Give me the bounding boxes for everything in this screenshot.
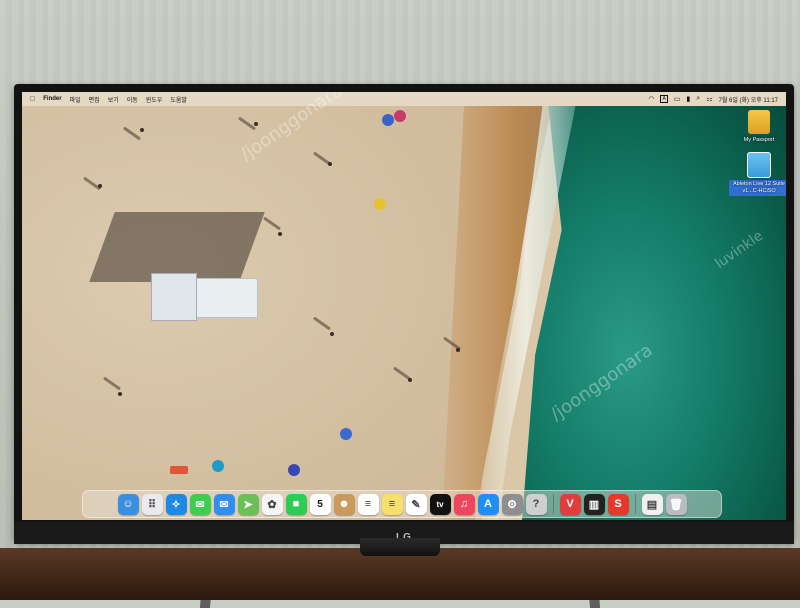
external-drive-icon <box>748 110 770 134</box>
lifeguard-tower <box>151 273 258 321</box>
dock-item-piano[interactable]: ▥ <box>583 493 605 515</box>
dock-item-launchpad[interactable]: ⠿ <box>141 493 163 515</box>
beach-umbrella <box>382 114 394 126</box>
beach-umbrella <box>340 428 352 440</box>
beach-towel <box>170 466 188 474</box>
beachgoer <box>98 184 102 188</box>
monitor-stand-neck <box>360 538 440 556</box>
menu-edit[interactable]: 편집 <box>89 95 100 104</box>
dock-item-reminders[interactable]: ≡ <box>357 493 379 515</box>
dock-item-document[interactable]: ▤ <box>641 493 663 515</box>
dock-item-maps[interactable]: ➤ <box>237 493 259 515</box>
beachgoer <box>456 348 460 352</box>
menu-file[interactable]: 파일 <box>70 95 81 104</box>
dock-separator <box>552 494 554 514</box>
beach-umbrella <box>394 110 406 122</box>
beachgoer <box>278 232 282 236</box>
dock-item-finder[interactable]: ☺ <box>117 493 139 515</box>
beachgoer <box>254 122 258 126</box>
menu-help[interactable]: 도움말 <box>170 95 187 104</box>
menu-bar:  Finder 파일 편집 보기 이동 윈도우 도움말 ◠ A ▭ ▮ ⌕ ⚏… <box>22 92 786 106</box>
display-icon[interactable]: ▭ <box>674 95 681 103</box>
beach-umbrella <box>288 464 300 476</box>
dock-item-tips[interactable]: ? <box>525 493 547 515</box>
dock-item-safari[interactable]: ✧ <box>165 493 187 515</box>
lifeguard-tower-shadow <box>89 212 265 282</box>
menu-window[interactable]: 윈도우 <box>146 95 163 104</box>
dock-item-photos[interactable]: ✿ <box>261 493 283 515</box>
desktop-icon-ableton-folder[interactable]: Ableton Live 12 Suite v1...C-HCiSO <box>729 152 786 196</box>
dock-item-system-settings[interactable]: ⚙ <box>501 493 523 515</box>
beachgoer <box>328 162 332 166</box>
dock-item-scrivener[interactable]: S <box>607 493 629 515</box>
dock-item-messages[interactable]: ✉ <box>189 493 211 515</box>
wifi-icon[interactable]: ◠ <box>648 95 654 103</box>
beachgoer <box>140 128 144 132</box>
beachgoer <box>330 332 334 336</box>
dock: ☺ ⠿ ✧ ✉ ✉ ➤ ✿ ■ 5 ☻ ≡ ≡ ✎ tv ♫ A ⚙? V ▥ S ▤ 🗑 <box>82 490 722 518</box>
dock-item-app-store[interactable]: A <box>477 493 499 515</box>
dock-item-mail[interactable]: ✉ <box>213 493 235 515</box>
dock-item-apple-tv[interactable]: tv <box>429 493 451 515</box>
menu-clock[interactable]: 7월 6일 (화) 오후 11:17 <box>718 95 778 104</box>
menu-finder[interactable]: Finder <box>43 96 61 102</box>
beachgoer <box>118 392 122 396</box>
desktop-icon-label: Ableton Live 12 Suite v1...C-HCiSO <box>729 180 786 196</box>
dock-item-notes[interactable]: ≡ <box>381 493 403 515</box>
dock-item-vivaldi[interactable]: V <box>559 493 581 515</box>
control-center-icon[interactable]: ⚏ <box>706 95 712 103</box>
dock-item-calendar[interactable]: 5 <box>309 493 331 515</box>
beach-umbrella <box>374 198 386 210</box>
menu-go[interactable]: 이동 <box>127 95 138 104</box>
desktop-screen:  Finder 파일 편집 보기 이동 윈도우 도움말 ◠ A ▭ ▮ ⌕ ⚏… <box>22 92 786 520</box>
text-input-a-icon[interactable]: A <box>660 95 668 103</box>
beach-umbrella <box>212 460 224 472</box>
dock-item-trash[interactable]: 🗑 <box>665 493 687 515</box>
dock-separator <box>634 494 636 514</box>
beachgoer <box>408 378 412 382</box>
search-icon[interactable]: ⌕ <box>696 95 700 103</box>
dock-item-freeform[interactable]: ✎ <box>405 493 427 515</box>
menu-view[interactable]: 보기 <box>108 95 119 104</box>
battery-icon[interactable]: ▮ <box>686 95 690 103</box>
dock-item-music[interactable]: ♫ <box>453 493 475 515</box>
desktop-icon-my-passport[interactable]: My Passport <box>729 110 786 145</box>
apple-menu-icon[interactable]:  <box>30 96 35 103</box>
dock-item-contacts[interactable]: ☻ <box>333 493 355 515</box>
desktop-icon-label: My Passport <box>743 137 775 143</box>
folder-icon <box>747 152 771 178</box>
dock-item-facetime[interactable]: ■ <box>285 493 307 515</box>
